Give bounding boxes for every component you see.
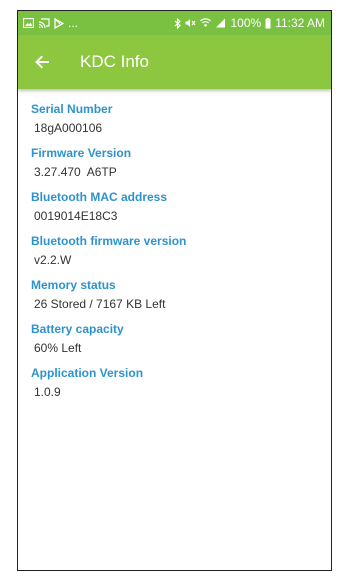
battery-icon [265, 17, 271, 29]
field-label: Firmware Version [31, 146, 132, 160]
field-firmware-version: Firmware Version 3.27.470 A6TP [31, 146, 331, 180]
back-button[interactable] [18, 35, 66, 89]
app-bar: KDC Info [18, 35, 331, 89]
field-value: 26 Stored / 7167 KB Left [34, 297, 166, 311]
field-bluetooth-firmware: Bluetooth firmware version v2.2.W [31, 234, 331, 268]
field-label: Bluetooth firmware version [31, 234, 187, 248]
field-bluetooth-mac: Bluetooth MAC address 0019014E18C3 [31, 190, 331, 224]
status-bar: ... 100% 11:32 AM [18, 11, 331, 35]
phone-frame: ... 100% 11:32 AM KDC Info Serial Number… [17, 10, 332, 571]
field-label: Application Version [31, 366, 144, 380]
field-label: Serial Number [31, 102, 113, 116]
field-value: v2.2.W [34, 253, 72, 267]
battery-percent: 100% [230, 16, 262, 30]
field-label: Battery capacity [31, 322, 124, 336]
field-application-version: Application Version 1.0.9 [31, 366, 331, 400]
page-title: KDC Info [80, 52, 149, 71]
field-value: 3.27.470 A6TP [34, 165, 117, 179]
image-icon [23, 18, 34, 28]
field-value: 18gA000106 [34, 121, 103, 135]
field-serial-number: Serial Number 18gA000106 [31, 102, 331, 136]
field-battery-capacity: Battery capacity 60% Left [31, 322, 331, 356]
status-bar-left: ... [23, 17, 78, 29]
wifi-icon [200, 18, 212, 28]
field-value: 60% Left [34, 341, 82, 355]
field-label: Memory status [31, 278, 116, 292]
field-memory-status: Memory status 26 Stored / 7167 KB Left [31, 278, 331, 312]
field-value: 0019014E18C3 [34, 209, 118, 223]
notifications-more: ... [68, 16, 79, 30]
bluetooth-icon [174, 17, 182, 29]
signal-icon [215, 18, 226, 28]
cast-icon [38, 18, 50, 28]
status-time: 11:32 AM [275, 16, 325, 30]
play-store-icon [54, 17, 64, 29]
mute-icon [185, 18, 196, 28]
field-label: Bluetooth MAC address [31, 190, 168, 204]
arrow-left-icon [35, 55, 49, 69]
status-bar-right: 100% 11:32 AM [174, 17, 325, 29]
info-list: Serial Number 18gA000106 Firmware Versio… [18, 89, 331, 400]
field-value: 1.0.9 [34, 385, 61, 399]
